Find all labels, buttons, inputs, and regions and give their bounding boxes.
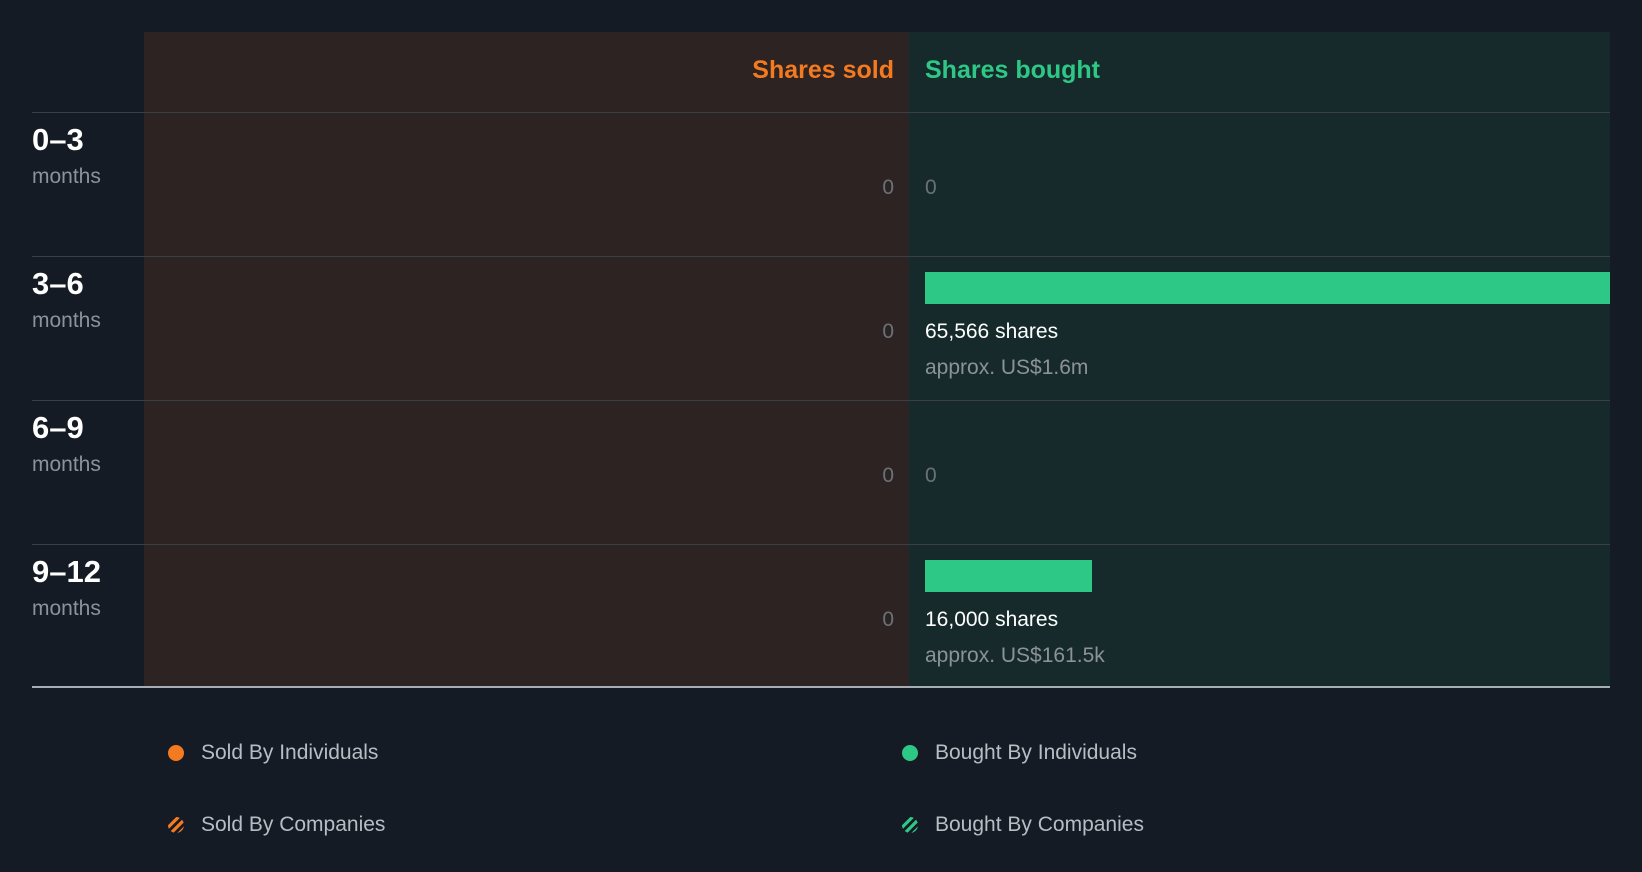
sold-panel [144,32,909,687]
sold-value-label: 0 [882,608,894,631]
bought-value-label: 0 [925,464,937,487]
legend-sold-individuals: Sold By Individuals [168,741,378,765]
bought-value-label: 0 [925,176,937,199]
bought-value-label: approx. US$1.6m [925,356,1089,379]
sold-value-label: 0 [882,464,894,487]
orange-dot-icon [168,745,184,761]
period-range: 6–9 [32,410,84,445]
legend-label: Bought By Individuals [935,741,1137,764]
period-unit: months [32,453,101,476]
bought-bar [925,560,1093,592]
bought-value-label: approx. US$161.5k [925,644,1105,667]
bought-shares-label: 16,000 shares [925,608,1059,631]
bought-shares-label: 65,566 shares [925,320,1059,343]
row-divider [32,544,1610,545]
period-label: 0–3 months [32,121,101,191]
legend-label: Sold By Individuals [201,741,379,764]
legend-label: Bought By Companies [935,813,1144,836]
orange-hatch-icon [168,817,184,833]
sold-value-label: 0 [882,176,894,199]
legend-bought-companies: Bought By Companies [902,813,1144,837]
row-divider [32,112,1610,113]
period-range: 3–6 [32,266,84,301]
period-unit: months [32,309,101,332]
axis-baseline [32,686,1610,688]
legend-label: Sold By Companies [201,813,386,836]
sold-value-label: 0 [882,320,894,343]
shares-sold-header: Shares sold [752,56,894,84]
period-unit: months [32,165,101,188]
shares-bought-header: Shares bought [925,56,1101,84]
period-range: 9–12 [32,554,101,589]
period-unit: months [32,597,101,620]
bought-bar [925,272,1610,304]
row-divider [32,256,1610,257]
period-label: 3–6 months [32,265,101,335]
period-label: 9–12 months [32,553,101,623]
period-label: 6–9 months [32,409,101,479]
green-hatch-icon [902,817,918,833]
period-range: 0–3 [32,122,84,157]
green-dot-icon [902,745,918,761]
row-divider [32,400,1610,401]
legend-sold-companies: Sold By Companies [168,813,385,837]
legend-bought-individuals: Bought By Individuals [902,741,1137,765]
